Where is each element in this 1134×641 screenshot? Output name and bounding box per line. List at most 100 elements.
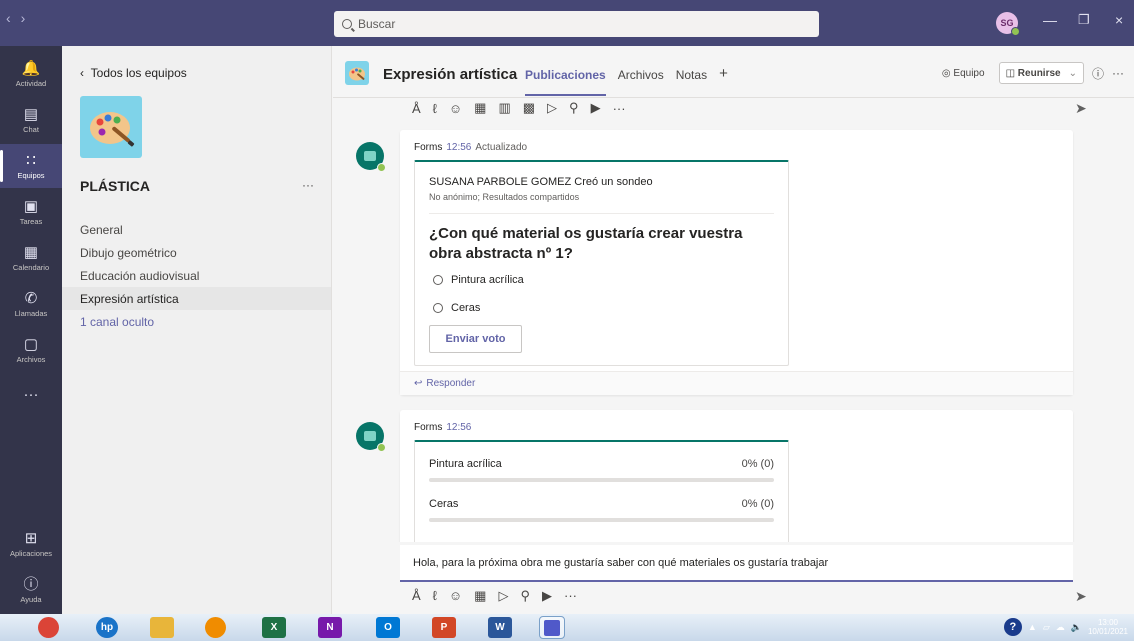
tab-publicaciones[interactable]: Publicaciones [525,68,606,96]
format-icon[interactable]: Å [412,101,421,116]
channel-educacion-audiovisual[interactable]: Educación audiovisual [62,264,331,287]
rail-ayuda[interactable]: ⓘ Ayuda [0,568,62,612]
reply-button[interactable]: ↩ Responder [400,371,1073,395]
bell-icon: 🔔 [21,59,41,77]
rail-llamadas[interactable]: ✆ Llamadas [0,282,62,326]
back-arrow-icon[interactable]: ‹ [6,10,11,26]
compose-box[interactable]: Hola, para la próxima obra me gustaría s… [400,545,1073,582]
maximize-icon[interactable]: ❐ [1078,12,1090,28]
rail-archivos[interactable]: ▢ Archivos [0,328,62,372]
result-bar [429,478,774,482]
channel-palette-icon [345,61,369,85]
chrome-icon[interactable] [38,617,59,638]
channel-expresion-artistica[interactable]: Expresión artística [62,287,331,310]
onenote-icon[interactable]: N [318,617,342,638]
search-input[interactable]: Buscar [334,11,819,37]
tab-notas[interactable]: Notas [676,68,707,82]
avatar[interactable]: SG [996,12,1020,36]
forward-arrow-icon[interactable]: › [21,10,26,26]
rail-equipos[interactable]: ∷ Equipos [0,144,62,188]
format-icon[interactable]: Å [412,588,421,604]
file-explorer-icon[interactable] [150,617,174,638]
stream-icon[interactable]: ▷ [547,100,557,116]
rail-more[interactable]: ··· [0,374,62,418]
rail-label: Calendario [12,262,50,272]
rail-calendario[interactable]: ▦ Calendario [0,236,62,280]
emoji-icon[interactable]: ☺ [449,588,462,604]
info-icon[interactable]: ⓘ [1092,65,1104,82]
rail-actividad[interactable]: 🔔 Actividad [0,52,62,96]
more-options-icon[interactable]: ··· [1112,66,1124,80]
sticker-icon[interactable]: ▥ [498,100,510,116]
chevron-down-icon[interactable]: ⌄ [1069,68,1077,79]
forms-logo-icon [364,151,376,161]
volume-icon[interactable]: 🔈 [1071,622,1082,633]
radio-icon[interactable] [433,275,443,285]
minimize-icon[interactable]: — [1043,12,1057,28]
rail-label: Actividad [15,78,47,88]
teams-taskbar-icon[interactable] [539,616,565,639]
poll-option[interactable]: Ceras [433,302,480,314]
tab-archivos[interactable]: Archivos [618,68,664,82]
rail-label: Tareas [19,216,43,226]
all-teams-link[interactable]: ‹ Todos los equipos [80,66,187,80]
meet-button[interactable]: ◫ Reunirse ⌄ [998,62,1084,84]
send-icon[interactable]: ➤ [1075,100,1087,117]
word-icon[interactable]: W [488,617,512,638]
result-bar [429,518,774,522]
forms-bot-avatar[interactable] [356,142,386,172]
video-icon: ◫ [1005,67,1018,79]
all-teams-label: Todos los equipos [90,66,187,80]
channel-dibujo-geometrico[interactable]: Dibujo geométrico [62,241,331,264]
eye-icon: ◎ [941,67,954,79]
radio-icon[interactable] [433,303,443,313]
attach-icon[interactable]: ℓ [433,101,437,116]
youtube-icon[interactable]: ▶ [542,588,552,604]
emoji-icon[interactable]: ☺ [449,101,462,116]
compose-text: Hola, para la próxima obra me gustaría s… [413,556,829,569]
close-icon[interactable]: × [1115,12,1123,28]
forms-bot-avatar[interactable] [356,422,386,452]
onedrive-icon[interactable]: ☁ [1056,622,1065,633]
attach-icon[interactable]: ℓ [433,588,437,604]
powerpoint-icon[interactable]: P [432,617,456,638]
poll-option[interactable]: Pintura acrílica [433,274,524,286]
rail-chat[interactable]: ▤ Chat [0,98,62,142]
praise-icon[interactable]: ⚲ [569,100,579,116]
team-button[interactable]: ◎ Equipo [936,62,991,84]
more-apps-icon[interactable]: ··· [613,101,626,116]
gif-icon[interactable]: ▦ [474,100,486,116]
channel-general[interactable]: General [62,218,331,241]
meet-now-icon[interactable]: ▩ [523,100,535,116]
channel-list: General Dibujo geométrico Educación audi… [62,218,331,333]
header-actions: ◎ Equipo ◫ Reunirse ⌄ ⓘ ··· [936,62,1124,84]
gif-icon[interactable]: ▦ [474,588,486,604]
more-apps-icon[interactable]: ··· [564,588,577,604]
stream-icon[interactable]: ▷ [498,588,508,604]
hp-icon[interactable]: hp [96,617,118,638]
praise-icon[interactable]: ⚲ [520,588,530,604]
send-icon[interactable]: ➤ [1075,588,1087,605]
rail-label: Chat [23,124,39,134]
team-more-icon[interactable]: ··· [302,178,314,192]
tray-chevron-icon[interactable]: ▲ [1028,622,1037,632]
hidden-channels-link[interactable]: 1 canal oculto [62,310,331,333]
network-icon[interactable]: ▱ [1043,622,1050,633]
submit-vote-button[interactable]: Enviar voto [429,325,522,353]
reply-label: Responder [426,378,476,389]
help-circle-icon[interactable]: ? [1003,618,1022,636]
result-percent: 0% (0) [741,458,774,470]
rail-aplicaciones[interactable]: ⊞ Aplicaciones [0,522,62,566]
post-meta: Forms 12:56 Actualizado [414,142,527,153]
rail-label: Equipos [17,170,45,180]
outlook-icon[interactable]: O [376,617,400,638]
rail-tareas[interactable]: ▣ Tareas [0,190,62,234]
excel-icon[interactable]: X [262,617,286,638]
clock[interactable]: 13:00 10/01/2021 [1088,618,1128,636]
settings-gear-icon[interactable] [205,617,226,638]
post-status: Actualizado [475,142,528,153]
format-toolbar: Å ℓ ☺ ▦ ▷ ⚲ ▶ ··· [412,588,577,604]
add-tab-icon[interactable]: + [719,65,728,82]
poll-settings: No anónimo; Resultados compartidos [429,192,580,202]
youtube-icon[interactable]: ▶ [591,100,601,116]
